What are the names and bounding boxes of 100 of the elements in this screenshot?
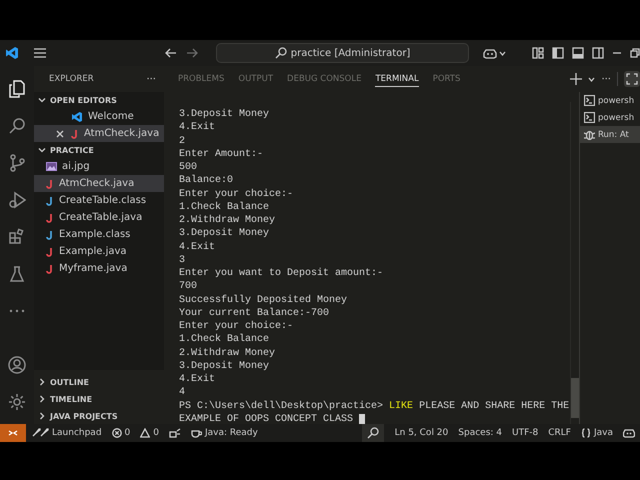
terminal-line: Enter your choice:- [179,320,294,334]
terminal-line: 3.Deposit Money [179,108,270,122]
terminal-line: 500 [179,161,198,174]
caret-icon[interactable] [499,50,506,56]
section-header[interactable]: TIMELINE [34,391,164,407]
terminal-line: Enter your choice:- [179,188,294,201]
account-icon[interactable] [8,356,26,374]
terminal-item[interactable]: Run: At [580,126,640,143]
image-file-icon [46,162,57,171]
plus-icon[interactable] [570,73,582,85]
terminal-line: Your current Balance:-700 [179,306,330,320]
terminal-line: 700 [179,280,198,294]
panel-toggle-icon[interactable] [572,47,584,59]
file-item[interactable]: Example.class [34,226,164,243]
open-editor-item[interactable]: Welcome [34,108,164,125]
terminal-line: 3 [179,254,186,267]
terminal-line: 4.Exit [179,121,216,134]
terminal-line: 4.Exit [179,373,216,386]
chevron-right-icon[interactable] [38,378,46,386]
bug-icon [584,129,595,140]
status-item[interactable]: Launchpad [26,424,107,442]
secondary-sidebar-icon[interactable] [592,47,604,59]
robot-icon[interactable] [483,47,497,59]
terminal-line: Successfully Deposited Money [179,294,348,307]
open-editor-item[interactable]: AtmCheck.java [34,125,164,142]
terminal-item[interactable]: powersh [580,109,640,126]
terminal-item[interactable]: powersh [580,92,640,109]
vscode-logo-icon [71,110,83,122]
chevron-right-icon[interactable] [38,395,46,403]
braces-icon [580,428,591,438]
file-item[interactable]: CreateTable.java [34,209,164,226]
terminal-line: Enter Amount:- [179,148,264,161]
sidebar-title: EXPLORER [49,74,94,84]
run-debug-icon[interactable] [8,190,26,208]
status-item[interactable]: 0 [135,424,164,442]
menu-icon[interactable] [33,47,47,59]
terminal-line: 1.Check Balance [179,333,270,346]
terminal-line: 2.Withdraw Money [179,214,276,228]
layout-icon[interactable] [532,47,544,59]
status-item[interactable]: Ln 5, Col 20 [390,424,454,442]
chevron-down-icon[interactable] [38,96,46,104]
chevron-right-icon[interactable] [38,412,46,420]
coffee-cup-icon [191,428,202,438]
section-header[interactable]: OPEN EDITORS [34,92,164,108]
status-item[interactable]: CRLF [543,424,576,442]
more-actions-button[interactable]: ··· [601,74,611,84]
class-file-icon [46,196,54,206]
source-control-icon[interactable] [8,154,26,172]
java-file-icon [46,178,54,188]
terminal-line: 4.Exit [179,240,216,254]
forward-arrow-icon[interactable] [186,47,198,59]
panel-tab[interactable]: TERMINAL [375,71,419,87]
robot-icon [623,428,635,438]
file-item[interactable]: Myframe.java [34,260,164,277]
java-file-icon [71,128,79,138]
section-header[interactable]: JAVA PROJECTS [34,408,164,424]
status-item[interactable]: Java [576,424,618,442]
search-icon[interactable] [8,116,26,134]
restore-icon[interactable] [630,48,640,58]
terminal-line: PS C:\Users\dell\Desktop\practice> LIKE PLEASE AND SHARE HERE THE [179,400,570,413]
status-item[interactable]: Spaces: 4 [453,424,507,442]
class-file-icon [46,230,54,240]
chevron-down-icon[interactable] [38,146,46,154]
status-item[interactable]: Java: Ready [186,424,263,442]
extensions-icon[interactable] [8,228,26,246]
section-header[interactable]: OUTLINE [34,374,164,390]
sidebar-toggle-icon[interactable] [552,47,564,59]
zoom-icon [366,427,379,439]
terminal-line: 3.Deposit Money [179,360,270,373]
warning-icon [140,428,150,438]
java-file-icon [46,212,54,222]
terminal-line: Enter you want to Deposit amount:- [179,267,384,280]
status-item[interactable]: 0 [106,424,136,442]
back-arrow-icon[interactable] [165,47,178,59]
terminal-line: 3.Deposit Money [179,227,270,240]
file-item[interactable]: CreateTable.class [34,192,164,209]
terminal-line: Balance:0 [179,174,234,188]
status-item[interactable] [362,424,384,442]
status-item[interactable]: UTF-8 [507,424,544,442]
settings-icon[interactable] [8,392,26,410]
maximize-icon[interactable] [624,71,640,87]
command-search-field[interactable]: practice [Administrator] [216,43,469,63]
file-item[interactable]: ai.jpg [34,158,164,175]
search-icon [274,47,287,59]
terminal-line: 2.Withdraw Money [179,346,276,360]
terminal-line: 2 [179,134,186,148]
file-item[interactable]: AtmCheck.java [34,175,164,192]
remote-button[interactable] [0,424,26,442]
caret-icon[interactable] [588,76,596,82]
file-item[interactable]: Example.java [34,243,164,260]
terminal-line: 4 [179,386,186,400]
more-actions-button[interactable]: ··· [146,74,156,84]
search-text: practice [Administrator] [290,48,410,58]
error-icon [112,428,122,438]
files-icon[interactable] [8,80,26,98]
close-icon[interactable] [56,130,64,138]
flask-icon[interactable] [8,264,26,282]
remote-icon [8,428,18,438]
section-header[interactable]: PRACTICE [34,142,164,158]
scrollbar-thumb[interactable] [571,378,579,418]
